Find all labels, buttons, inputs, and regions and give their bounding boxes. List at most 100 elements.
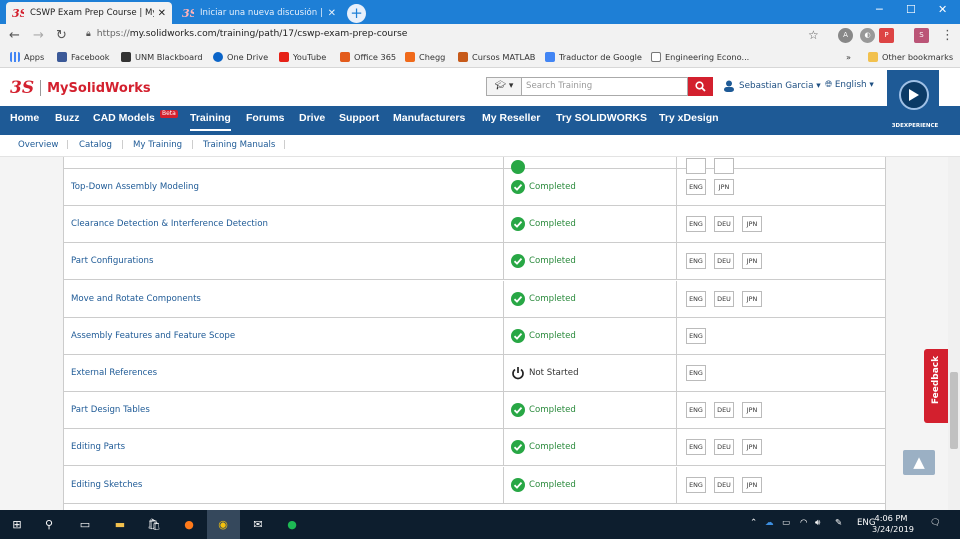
pdf-extension-icon[interactable]: P bbox=[879, 28, 894, 43]
language-badge[interactable]: ENG bbox=[686, 365, 706, 381]
language-badge[interactable]: JPN bbox=[742, 402, 762, 419]
language-badge[interactable]: JPN bbox=[742, 253, 762, 270]
course-name[interactable]: Editing Parts bbox=[71, 442, 125, 452]
bookmark-office365[interactable]: Office 365 bbox=[340, 52, 396, 62]
language-selector[interactable]: 🌐︎ English ▾ bbox=[825, 80, 874, 90]
course-name[interactable]: External References bbox=[71, 368, 157, 378]
course-name[interactable]: Top-Down Assembly Modeling bbox=[71, 182, 199, 192]
table-row[interactable]: Assembly Features and Feature Scope Compl… bbox=[64, 317, 885, 355]
more-bookmarks-button[interactable]: » bbox=[846, 52, 851, 62]
language-badge[interactable]: DEU bbox=[714, 290, 734, 307]
bookmark-star-icon[interactable]: ☆ bbox=[808, 28, 819, 42]
nav-manufacturers[interactable]: Manufacturers bbox=[393, 106, 465, 135]
table-row[interactable]: Editing Sketches Completed ENG DEU JPN bbox=[64, 466, 885, 504]
bookmark-matlab[interactable]: Cursos MATLAB bbox=[458, 52, 535, 62]
search-input[interactable]: Search Training bbox=[522, 77, 688, 96]
bookmark-youtube[interactable]: YouTube bbox=[279, 52, 326, 62]
language-badge[interactable]: JPN bbox=[742, 476, 762, 493]
language-badge[interactable]: DEU bbox=[714, 216, 734, 233]
address-bar[interactable]: 🔒︎ https:// my.solidworks.com/training/p… bbox=[86, 28, 407, 39]
course-name[interactable]: Move and Rotate Components bbox=[71, 294, 201, 304]
course-name[interactable]: Part Configurations bbox=[71, 256, 153, 266]
extension-icon[interactable]: ◐ bbox=[860, 28, 875, 43]
browser-tab-inactive[interactable]: 3S Iniciar una nueva discusión | SOL ✕ bbox=[176, 2, 342, 24]
course-name[interactable]: Assembly Features and Feature Scope bbox=[71, 331, 235, 341]
new-tab-button[interactable]: + bbox=[347, 4, 366, 23]
subnav-my-training[interactable]: My Training bbox=[133, 140, 182, 150]
browser-tab-active[interactable]: 3S CSWP Exam Prep Course | MySol ✕ bbox=[6, 2, 172, 24]
bookmark-facebook[interactable]: Facebook bbox=[57, 52, 109, 62]
volume-icon[interactable]: 🔊︎ bbox=[815, 518, 820, 528]
language-badge[interactable]: ENG bbox=[686, 179, 706, 195]
feedback-button[interactable]: Feedback bbox=[924, 349, 948, 423]
bookmark-google-translate[interactable]: Traductor de Google bbox=[545, 52, 642, 62]
language-badge[interactable]: ENG bbox=[686, 327, 706, 344]
close-tab-icon[interactable]: ✕ bbox=[158, 8, 166, 19]
subnav-overview[interactable]: Overview bbox=[18, 140, 58, 150]
minimize-icon[interactable]: ─ bbox=[876, 3, 883, 16]
language-badge[interactable]: JPN bbox=[742, 216, 762, 233]
language-badge[interactable]: ENG bbox=[686, 290, 706, 307]
nav-training[interactable]: Training bbox=[190, 109, 231, 131]
battery-icon[interactable]: ▭ bbox=[782, 518, 790, 528]
nav-my-reseller[interactable]: My Reseller bbox=[482, 106, 540, 135]
onedrive-tray-icon[interactable]: ☁ bbox=[765, 518, 774, 528]
site-logo[interactable]: 3S MySolidWorks bbox=[10, 78, 151, 98]
firefox-icon[interactable]: ● bbox=[180, 516, 198, 534]
profile-avatar[interactable]: S bbox=[914, 28, 929, 43]
close-window-icon[interactable]: ✕ bbox=[938, 3, 947, 16]
maximize-icon[interactable]: ☐ bbox=[906, 3, 916, 16]
search-category-dropdown[interactable]: 🎓︎ ▾ bbox=[486, 77, 522, 96]
bookmark-chegg[interactable]: Chegg bbox=[405, 52, 445, 62]
language-badge[interactable]: JPN bbox=[714, 179, 734, 195]
search-button[interactable] bbox=[688, 77, 713, 96]
language-badge[interactable]: DEU bbox=[714, 253, 734, 270]
language-badge[interactable]: DEU bbox=[714, 476, 734, 493]
language-badge[interactable]: JPN bbox=[742, 290, 762, 307]
table-row[interactable]: Part Design Tables Completed ENG DEU JPN bbox=[64, 392, 885, 430]
subnav-training-manuals[interactable]: Training Manuals bbox=[203, 140, 275, 150]
store-icon[interactable]: 🛍︎ bbox=[145, 516, 163, 534]
tray-chevron-icon[interactable]: ⌃ bbox=[750, 518, 757, 528]
menu-icon[interactable]: ⋮ bbox=[941, 28, 954, 43]
nav-try-solidworks[interactable]: Try SOLIDWORKS bbox=[556, 106, 647, 135]
nav-try-xdesign[interactable]: Try xDesign bbox=[659, 106, 719, 135]
scrollbar-thumb[interactable] bbox=[950, 372, 958, 449]
language-badge[interactable]: DEU bbox=[714, 439, 734, 456]
user-menu[interactable]: Sebastian Garcia ▾ bbox=[723, 80, 821, 92]
nav-cad-models[interactable]: CAD Models bbox=[93, 106, 155, 135]
reload-icon[interactable]: ↻ bbox=[56, 28, 67, 43]
language-badge[interactable]: ENG bbox=[686, 402, 706, 419]
task-view-icon[interactable]: ▭ bbox=[76, 516, 94, 534]
search-icon[interactable]: ⚲ bbox=[40, 516, 58, 534]
bookmark-engineering[interactable]: Engineering Econo... bbox=[651, 52, 749, 62]
table-row[interactable]: Top-Down Assembly Modeling Completed ENG JP… bbox=[64, 169, 885, 206]
course-name[interactable]: Clearance Detection & Interference Detec… bbox=[71, 219, 268, 229]
table-row[interactable]: Editing Parts Completed ENG DEU JPN bbox=[64, 429, 885, 467]
language-badge[interactable]: ENG bbox=[686, 216, 706, 233]
bookmark-onedrive[interactable]: One Drive bbox=[213, 52, 268, 62]
course-name[interactable]: Part Design Tables bbox=[71, 405, 150, 415]
nav-buzz[interactable]: Buzz bbox=[55, 106, 80, 135]
bookmark-blackboard[interactable]: UNM Blackboard bbox=[121, 52, 203, 62]
nav-forums[interactable]: Forums bbox=[246, 106, 285, 135]
nav-home[interactable]: Home bbox=[10, 106, 39, 135]
pen-icon[interactable]: ✎ bbox=[835, 518, 842, 528]
back-icon[interactable]: ← bbox=[9, 28, 20, 43]
language-badge[interactable]: ENG bbox=[686, 253, 706, 270]
language-badge[interactable]: JPN bbox=[742, 439, 762, 456]
other-bookmarks[interactable]: Other bookmarks bbox=[868, 52, 953, 62]
table-row[interactable]: Part Configurations Completed ENG DEU JPN bbox=[64, 243, 885, 281]
subnav-catalog[interactable]: Catalog bbox=[79, 140, 112, 150]
mail-icon[interactable]: ✉ bbox=[249, 516, 267, 534]
chrome-icon[interactable]: ◉ bbox=[214, 516, 232, 534]
scroll-to-top-button[interactable]: ▲ bbox=[903, 450, 935, 475]
3dexperience-compass[interactable]: 3DEXPERIENCE bbox=[887, 70, 939, 132]
nav-support[interactable]: Support bbox=[339, 106, 379, 135]
close-tab-icon[interactable]: ✕ bbox=[328, 8, 336, 19]
spotify-icon[interactable]: ● bbox=[283, 516, 301, 534]
wifi-icon[interactable]: ◠ bbox=[800, 518, 808, 528]
language-badge[interactable]: DEU bbox=[714, 402, 734, 419]
table-row[interactable]: External References Not Started ENG bbox=[64, 355, 885, 392]
system-clock[interactable]: 4:06 PM 3/24/2019 bbox=[872, 513, 914, 535]
